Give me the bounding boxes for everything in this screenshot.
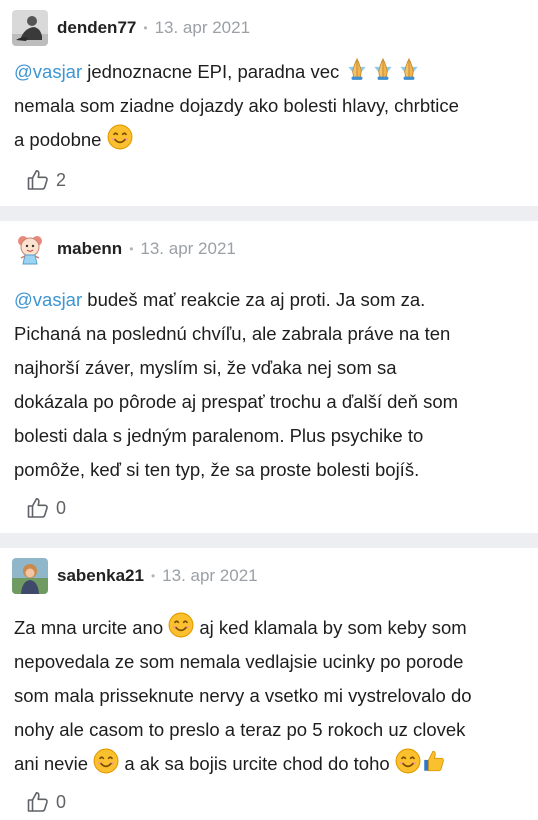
text-line: nepovedala ze som nemala vedlajsie ucink… <box>14 651 464 672</box>
text-line: a podobne <box>14 129 107 150</box>
comment-card: denden77 • 13. apr 2021 @vasjar jednozna… <box>0 0 538 206</box>
smile-emoji <box>107 124 133 150</box>
comment-text: @vasjar budeš mať reakcie za aj proti. J… <box>14 283 526 487</box>
thumbs-up-emoji <box>421 748 447 774</box>
comment-text: Za mna urcite ano aj ked klamala by som … <box>14 611 526 781</box>
text-line: Pichaná na poslednú chvíľu, ale zabrala … <box>14 323 451 344</box>
comment-divider <box>0 533 538 548</box>
pray-emoji <box>396 56 422 82</box>
text-line: Za mna urcite ano <box>14 617 169 638</box>
text-line: a ak sa bojis urcite chod do toho <box>119 753 395 774</box>
username[interactable]: denden77 <box>57 18 136 38</box>
text-line: aj ked klamala by som keby som <box>194 617 467 638</box>
like-count: 2 <box>56 169 67 190</box>
text-line: jednoznacne EPI, paradna vec <box>82 61 345 82</box>
comment-header: denden77 • 13. apr 2021 <box>12 10 250 46</box>
username[interactable]: mabenn <box>57 239 122 259</box>
separator-dot: • <box>129 242 134 256</box>
comment-divider <box>0 206 538 221</box>
text-line: ani nevie <box>14 753 94 774</box>
pray-emoji <box>344 56 370 82</box>
comment-card: mabenn • 13. apr 2021 @vasjar budeš mať … <box>0 221 538 533</box>
text-line: som mala prisseknute nervy a vsetko mi v… <box>14 685 472 706</box>
smile-emoji <box>395 748 421 774</box>
user-mention[interactable]: @vasjar <box>14 289 82 310</box>
text-line: nohy ale casom to preslo a teraz po 5 ro… <box>14 719 466 740</box>
avatar[interactable] <box>12 558 48 594</box>
like-button[interactable]: 2 <box>26 168 66 192</box>
text-line: nemala som ziadne dojazdy ako bolesti hl… <box>14 95 459 116</box>
avatar[interactable] <box>12 231 48 267</box>
comment-header: mabenn • 13. apr 2021 <box>12 231 236 267</box>
thumbs-up-icon <box>26 168 50 192</box>
separator-dot: • <box>150 569 156 583</box>
comment-header: sabenka21 • 13. apr 2021 <box>12 558 258 594</box>
thumbs-up-icon <box>26 790 50 814</box>
like-button[interactable]: 0 <box>26 496 66 520</box>
text-line: najhorší záver, myslím si, že vďaka nej … <box>14 357 397 378</box>
separator-dot: • <box>143 21 148 35</box>
thumbs-up-icon <box>26 496 50 520</box>
like-count: 0 <box>56 791 67 812</box>
like-count: 0 <box>56 497 67 518</box>
smile-emoji <box>93 748 119 774</box>
comment-date: 13. apr 2021 <box>140 239 236 258</box>
username[interactable]: sabenka21 <box>57 566 144 586</box>
text-line: bolesti dala s jedným paralenom. Plus ps… <box>14 425 424 446</box>
text-line: budeš mať reakcie za aj proti. Ja som za… <box>82 289 426 310</box>
pray-emoji <box>370 56 396 82</box>
comment-card: sabenka21 • 13. apr 2021 Za mna urcite a… <box>0 548 538 820</box>
text-line: pomôže, keď si ten typ, že sa proste bol… <box>14 459 420 480</box>
comment-date: 13. apr 2021 <box>154 18 251 37</box>
like-button[interactable]: 0 <box>26 790 66 814</box>
comment-date: 13. apr 2021 <box>162 566 258 585</box>
user-mention[interactable]: @vasjar <box>14 61 82 82</box>
comment-text: @vasjar jednoznacne EPI, paradna vec nem… <box>14 55 526 157</box>
avatar[interactable] <box>12 10 48 46</box>
smile-emoji <box>168 612 194 638</box>
text-line: dokázala po pôrode aj prespať trochu a ď… <box>14 391 459 412</box>
